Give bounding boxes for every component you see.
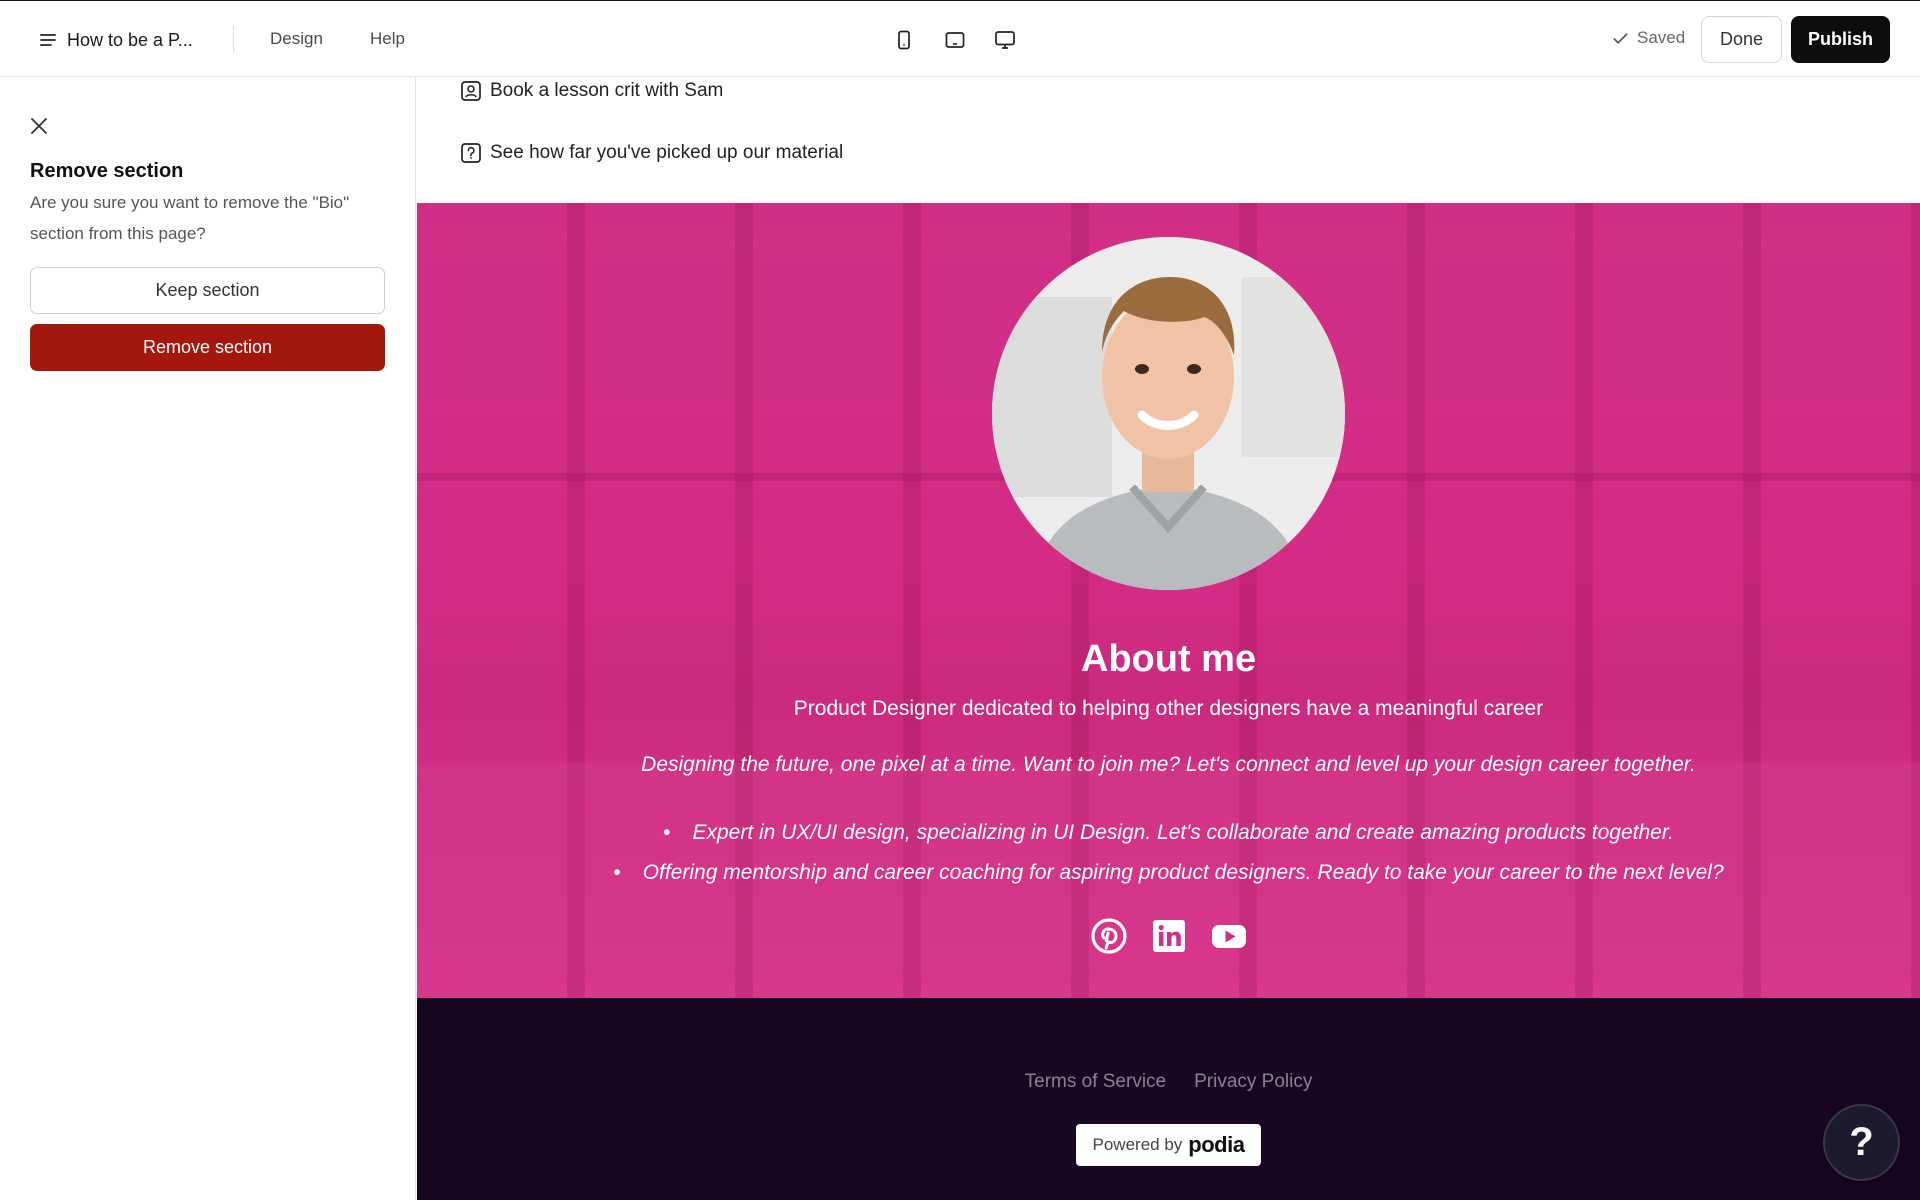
youtube-link[interactable] xyxy=(1211,918,1247,954)
design-menu[interactable]: Design xyxy=(270,29,323,49)
divider xyxy=(233,26,234,52)
list-item: Offering mentorship and career coaching … xyxy=(417,853,1920,893)
remove-section-button[interactable]: Remove section xyxy=(30,324,385,371)
mobile-preview-button[interactable] xyxy=(889,25,919,55)
pinterest-icon xyxy=(1090,918,1127,954)
powered-by-badge[interactable]: Powered by podia xyxy=(1076,1124,1261,1166)
publish-button[interactable]: Publish xyxy=(1791,16,1890,63)
avatar xyxy=(992,237,1345,590)
tablet-preview-button[interactable] xyxy=(940,25,970,55)
link-label: Book a lesson crit with Sam xyxy=(490,80,724,101)
site-footer: Terms of Service Privacy Policy Powered … xyxy=(417,998,1920,1200)
podia-logo: podia xyxy=(1188,1132,1245,1157)
help-menu[interactable]: Help xyxy=(370,29,405,49)
privacy-link[interactable]: Privacy Policy xyxy=(1194,1071,1312,1093)
tablet-icon xyxy=(945,32,965,48)
link-item[interactable]: Book a lesson crit with Sam xyxy=(460,80,723,102)
bio-bullet-list: Expert in UX/UI design, specializing in … xyxy=(417,813,1920,893)
terms-link[interactable]: Terms of Service xyxy=(1025,1071,1166,1093)
bio-title: About me xyxy=(1080,638,1257,680)
bio-tagline: Designing the future, one pixel at a tim… xyxy=(641,753,1696,776)
linkedin-link[interactable] xyxy=(1151,918,1187,954)
site-menu-button[interactable]: How to be a P... xyxy=(38,25,193,55)
link-item[interactable]: See how far you've picked up our materia… xyxy=(460,142,843,164)
list-item: Expert in UX/UI design, specializing in … xyxy=(417,813,1920,853)
keep-section-button[interactable]: Keep section xyxy=(30,267,385,314)
panel-title: Remove section xyxy=(30,160,184,182)
editor-topbar: How to be a P... Design Help Saved Done … xyxy=(0,0,1920,77)
youtube-icon xyxy=(1211,925,1246,948)
page-preview: Book a lesson crit with Sam See how far … xyxy=(417,77,1920,1200)
desktop-preview-button[interactable] xyxy=(990,25,1020,55)
check-icon xyxy=(1613,32,1628,44)
panel-description: Are you sure you want to remove the "Bio… xyxy=(30,193,350,243)
footer-links: Terms of Service Privacy Policy xyxy=(417,1071,1920,1093)
hamburger-icon xyxy=(40,34,56,46)
social-links xyxy=(417,918,1920,954)
bio-subtitle: Product Designer dedicated to helping ot… xyxy=(793,697,1544,720)
question-square-icon xyxy=(461,143,481,163)
remove-section-panel: Remove section Are you sure you want to … xyxy=(0,77,416,1200)
pinterest-link[interactable] xyxy=(1090,918,1127,954)
saved-label: Saved xyxy=(1637,28,1686,47)
linkedin-icon xyxy=(1152,920,1185,952)
bio-section[interactable]: About me Product Designer dedicated to h… xyxy=(417,203,1920,998)
save-status: Saved xyxy=(1611,28,1685,48)
link-label: See how far you've picked up our materia… xyxy=(490,142,844,163)
user-square-icon xyxy=(461,81,481,101)
close-icon[interactable] xyxy=(28,115,50,137)
desktop-icon xyxy=(995,31,1015,49)
profile-photo xyxy=(992,237,1345,590)
site-title: How to be a P... xyxy=(67,29,193,50)
phone-icon xyxy=(898,30,910,50)
done-button[interactable]: Done xyxy=(1701,16,1782,63)
powered-by-label: Powered by xyxy=(1092,1135,1183,1154)
help-chat-button[interactable]: ? xyxy=(1823,1104,1900,1181)
